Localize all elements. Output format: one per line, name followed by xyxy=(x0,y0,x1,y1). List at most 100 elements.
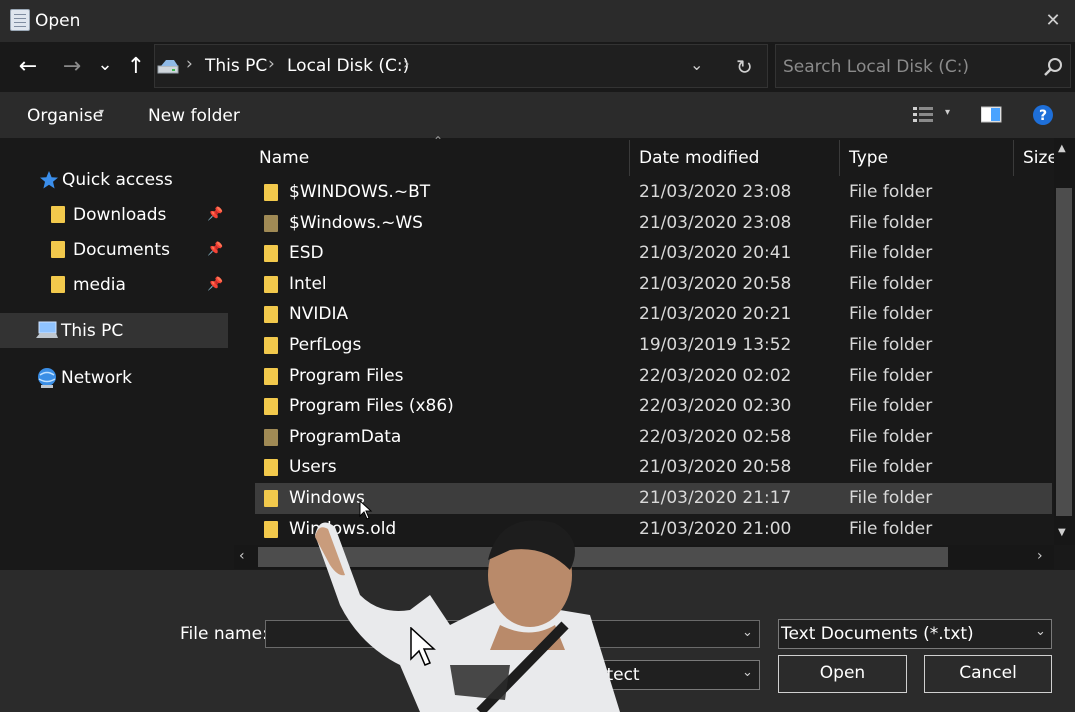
file-row-type[interactable]: File folder xyxy=(849,182,932,202)
file-type-value: Text Documents (*.txt) xyxy=(781,624,974,644)
help-icon[interactable]: ? xyxy=(1032,104,1054,126)
column-header-name[interactable]: Name xyxy=(259,148,309,168)
breadcrumb-separator: › xyxy=(186,54,193,74)
notepad-icon xyxy=(10,9,30,31)
file-row-type[interactable]: File folder xyxy=(849,304,932,324)
vertical-scrollbar-thumb[interactable] xyxy=(1056,188,1072,516)
mouse-cursor-icon xyxy=(359,500,373,520)
column-header-date-modified[interactable]: Date modified xyxy=(639,148,759,168)
navigation-pane xyxy=(0,138,231,570)
file-row-name[interactable]: $Windows.~WS xyxy=(289,213,423,233)
back-button[interactable]: ← xyxy=(14,52,42,82)
file-row-name[interactable]: $WINDOWS.~BT xyxy=(289,182,430,202)
address-history-dropdown[interactable]: ⌄ xyxy=(690,55,703,74)
file-row-name[interactable]: ProgramData xyxy=(289,427,401,447)
file-row-name[interactable]: Intel xyxy=(289,274,327,294)
network-icon xyxy=(38,368,56,388)
file-row-date[interactable]: 21/03/2020 21:00 xyxy=(639,519,791,539)
title-bar xyxy=(0,0,1075,42)
sidebar-item-media[interactable]: media xyxy=(73,275,126,295)
column-divider[interactable] xyxy=(1013,140,1014,176)
file-row-name[interactable]: PerfLogs xyxy=(289,335,361,355)
breadcrumb-this-pc[interactable]: This PC xyxy=(205,56,267,76)
file-row-name[interactable]: ESD xyxy=(289,243,324,263)
file-row-type[interactable]: File folder xyxy=(849,427,932,447)
column-divider[interactable] xyxy=(839,140,840,176)
file-row-name[interactable]: Windows xyxy=(289,488,365,508)
view-list-icon[interactable] xyxy=(913,106,935,124)
organise-dropdown-arrow[interactable]: ▾ xyxy=(99,107,104,118)
sort-ascending-indicator: ⌃ xyxy=(433,134,444,148)
folder-icon xyxy=(264,521,278,538)
file-row-date[interactable]: 21/03/2020 23:08 xyxy=(639,182,791,202)
file-row-name[interactable]: Program Files xyxy=(289,366,403,386)
scroll-left-arrow[interactable]: ‹ xyxy=(239,548,245,564)
file-row-date[interactable]: 19/03/2019 13:52 xyxy=(639,335,791,355)
file-row-type[interactable]: File folder xyxy=(849,519,932,539)
file-row-type[interactable]: File folder xyxy=(849,488,932,508)
column-divider[interactable] xyxy=(629,140,630,176)
column-header-type[interactable]: Type xyxy=(849,148,888,168)
folder-icon xyxy=(51,241,65,258)
sidebar-item-downloads[interactable]: Downloads xyxy=(73,205,166,225)
file-row-type[interactable]: File folder xyxy=(849,335,932,355)
file-row-date[interactable]: 21/03/2020 20:21 xyxy=(639,304,791,324)
open-button[interactable]: Open xyxy=(778,655,907,693)
sidebar-item-network[interactable]: Network xyxy=(61,368,132,388)
folder-icon xyxy=(51,206,65,223)
search-input[interactable]: Search Local Disk (C:) xyxy=(783,57,969,77)
close-button[interactable]: ✕ xyxy=(1040,8,1066,34)
file-row-type[interactable]: File folder xyxy=(849,274,932,294)
pin-icon: 📌 xyxy=(207,277,224,292)
column-header-size[interactable]: Size xyxy=(1023,148,1058,168)
file-row-type[interactable]: File folder xyxy=(849,213,932,233)
recent-locations-button[interactable]: ⌄ xyxy=(95,50,115,80)
file-row-type[interactable]: File folder xyxy=(849,366,932,386)
folder-icon xyxy=(264,398,278,415)
file-row-date[interactable]: 21/03/2020 20:58 xyxy=(639,457,791,477)
preview-pane-icon[interactable] xyxy=(981,106,1003,124)
folder-icon xyxy=(264,245,278,262)
up-button[interactable]: ↑ xyxy=(123,52,149,82)
chevron-down-icon: ⌄ xyxy=(742,665,753,680)
scroll-down-arrow[interactable]: ▼ xyxy=(1058,527,1066,538)
sidebar-item-this-pc[interactable]: This PC xyxy=(61,321,123,341)
refresh-button[interactable]: ↻ xyxy=(736,55,753,79)
folder-icon xyxy=(264,184,278,201)
file-row-name[interactable]: Program Files (x86) xyxy=(289,396,454,416)
organise-button[interactable]: Organise xyxy=(27,106,103,126)
sidebar-item-documents[interactable]: Documents xyxy=(73,240,170,260)
breadcrumb-separator: › xyxy=(268,54,275,74)
file-row-name[interactable]: NVIDIA xyxy=(289,304,348,324)
file-row-date[interactable]: 22/03/2020 02:02 xyxy=(639,366,791,386)
file-row-date[interactable]: 21/03/2020 20:58 xyxy=(639,274,791,294)
scroll-up-arrow[interactable]: ▲ xyxy=(1058,143,1066,154)
folder-icon xyxy=(264,459,278,476)
file-row-date[interactable]: 22/03/2020 02:58 xyxy=(639,427,791,447)
scroll-right-arrow[interactable]: › xyxy=(1037,548,1043,564)
file-row-type[interactable]: File folder xyxy=(849,457,932,477)
file-row-date[interactable]: 21/03/2020 23:08 xyxy=(639,213,791,233)
file-row-date[interactable]: 21/03/2020 20:41 xyxy=(639,243,791,263)
sidebar-item-quick-access[interactable]: Quick access xyxy=(62,170,173,190)
svg-text:?: ? xyxy=(1039,108,1047,124)
view-options-dropdown[interactable]: ▾ xyxy=(945,107,950,118)
file-name-dropdown-arrow[interactable]: ⌄ xyxy=(742,625,753,640)
search-icon[interactable] xyxy=(1043,57,1063,77)
file-row-date[interactable]: 22/03/2020 02:30 xyxy=(639,396,791,416)
folder-icon xyxy=(51,276,65,293)
folder-icon xyxy=(264,368,278,385)
file-row-name[interactable]: Users xyxy=(289,457,337,477)
cancel-button[interactable]: Cancel xyxy=(924,655,1052,693)
pin-icon: 📌 xyxy=(207,207,224,222)
file-row-date[interactable]: 21/03/2020 21:17 xyxy=(639,488,791,508)
breadcrumb-separator[interactable]: › xyxy=(403,54,410,74)
breadcrumb-local-disk[interactable]: Local Disk (C:) xyxy=(287,56,409,76)
window-title: Open xyxy=(35,11,81,31)
mouse-cursor-icon xyxy=(410,627,436,666)
new-folder-button[interactable]: New folder xyxy=(148,106,240,126)
forward-button[interactable]: → xyxy=(58,52,86,82)
file-type-select[interactable]: Text Documents (*.txt) ⌄ xyxy=(778,619,1052,649)
file-row-type[interactable]: File folder xyxy=(849,243,932,263)
file-row-type[interactable]: File folder xyxy=(849,396,932,416)
